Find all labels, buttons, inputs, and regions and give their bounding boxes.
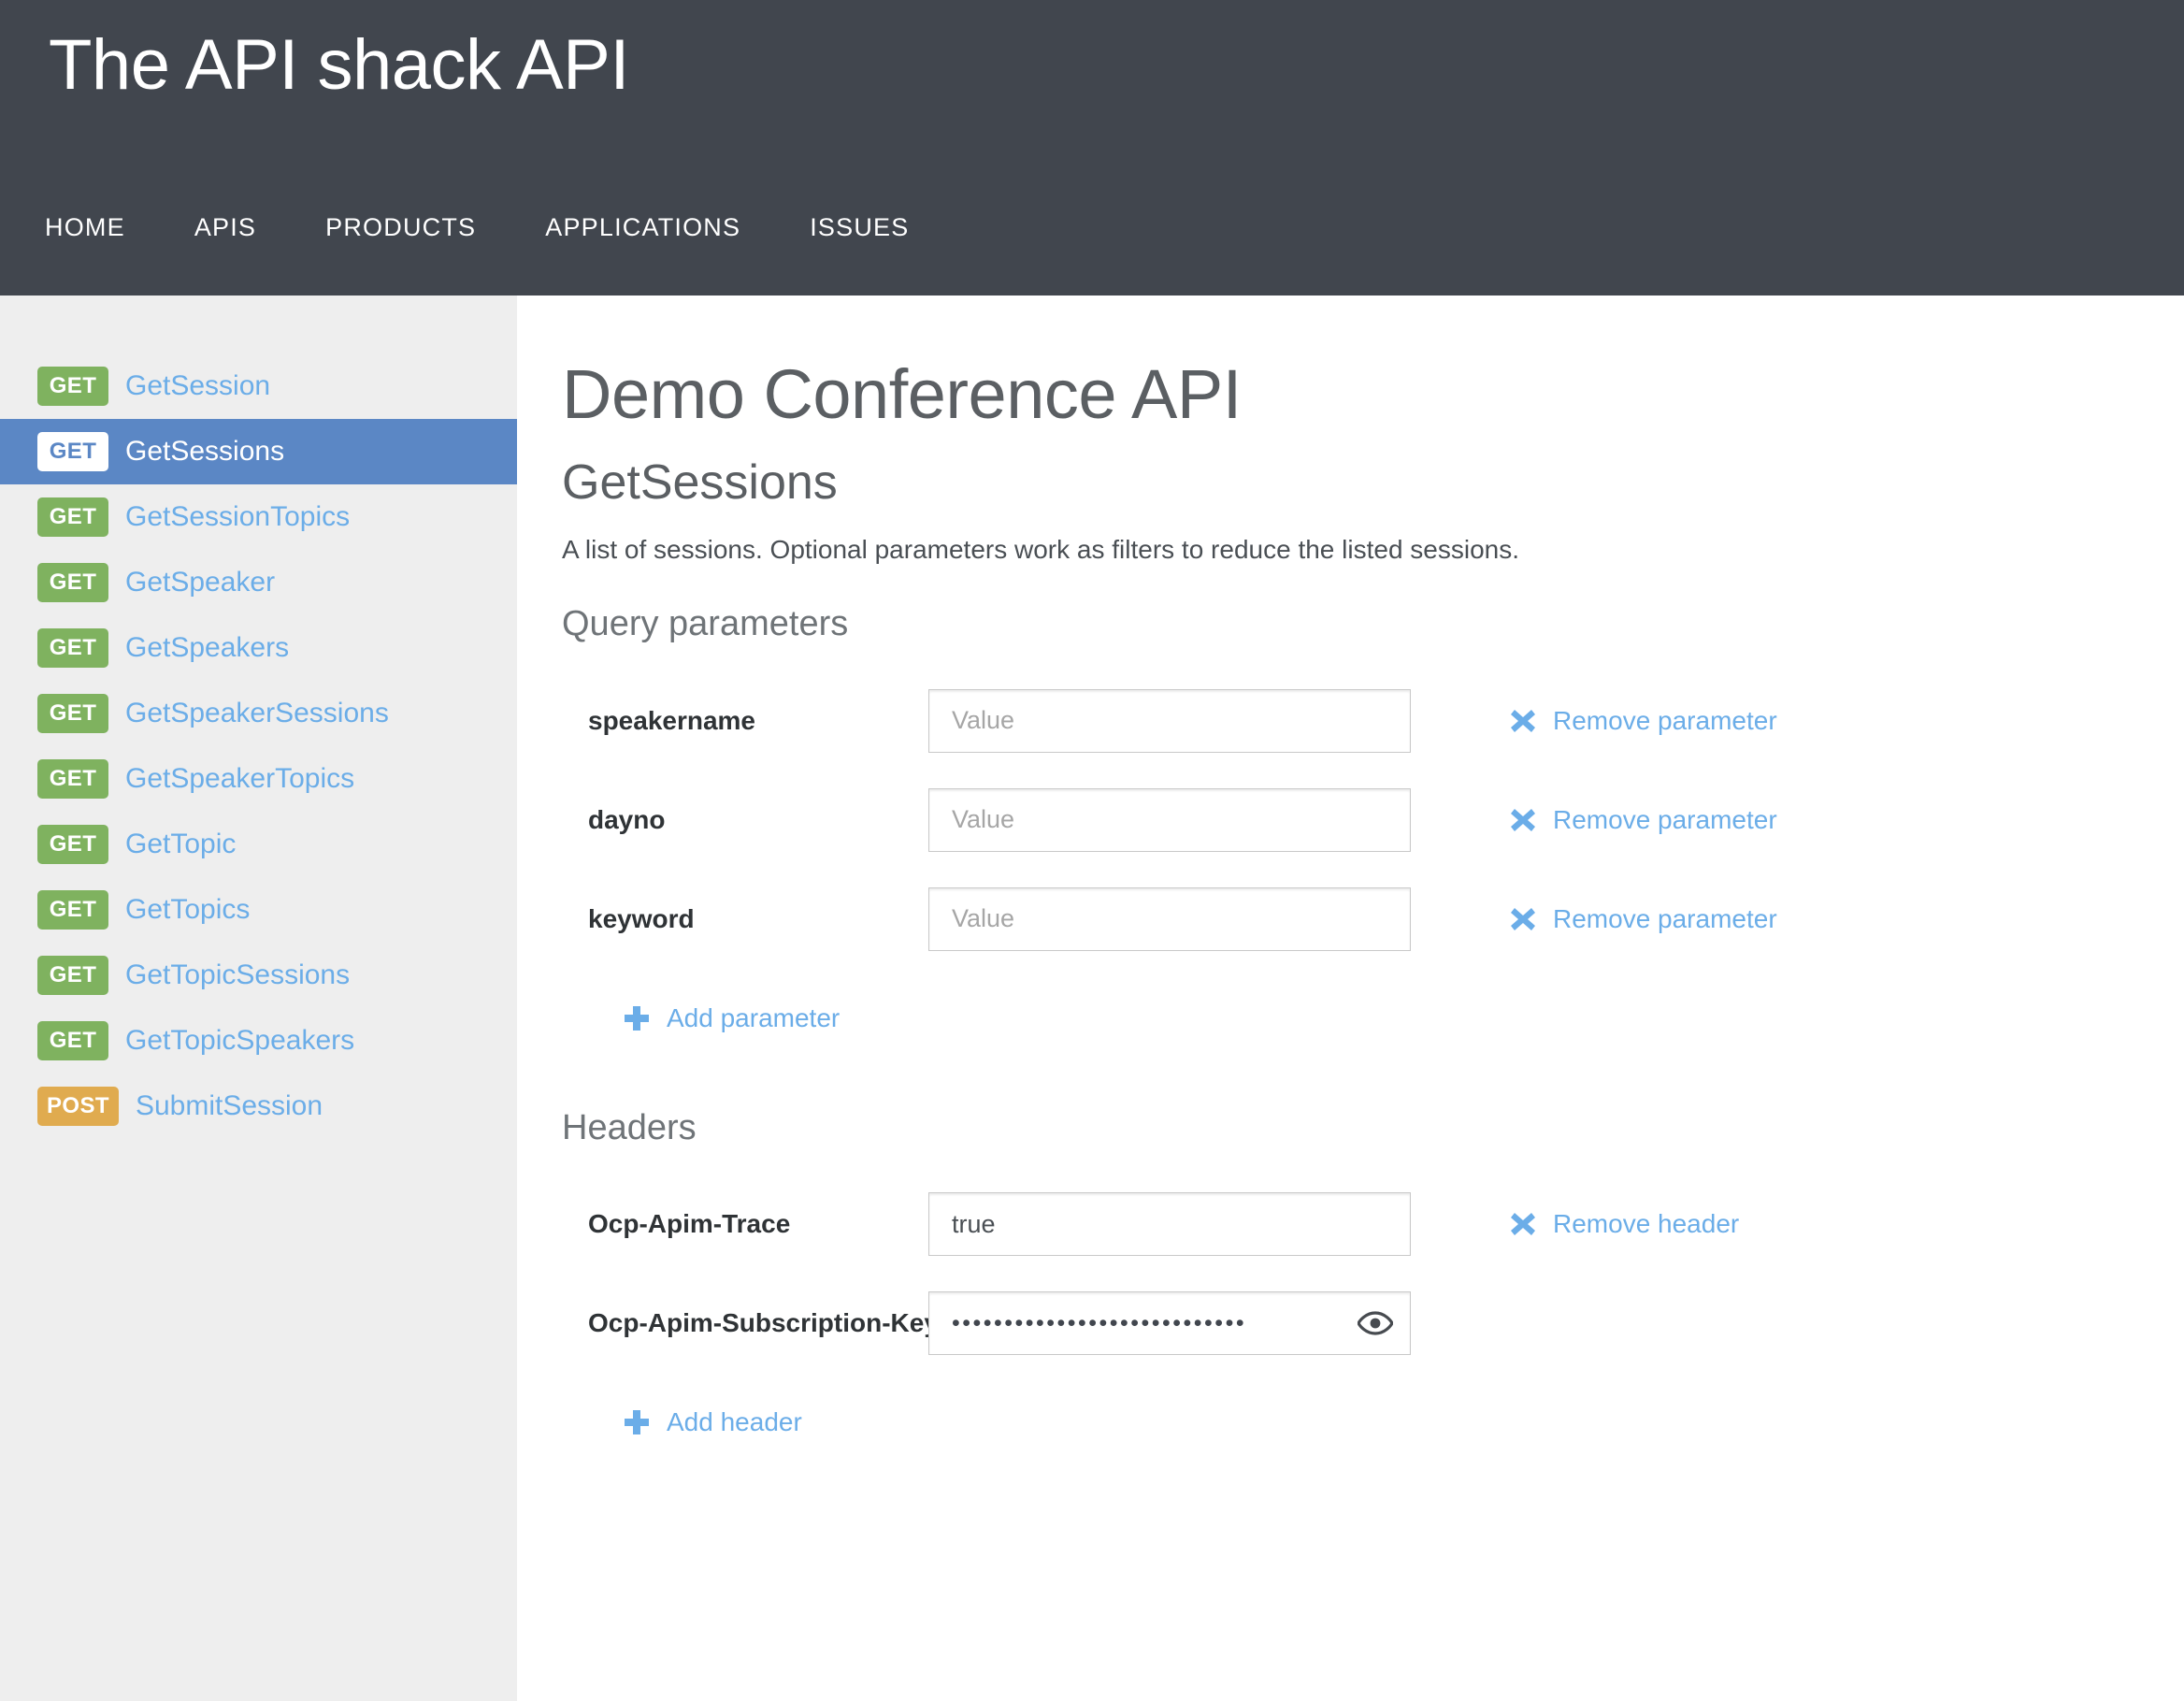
parameter-value-placeholder: Value: [952, 904, 1015, 933]
add-header-label: Add header: [667, 1407, 802, 1437]
site-title: The API shack API: [49, 25, 629, 105]
method-badge-get: GET: [37, 956, 108, 995]
body-wrapper: GET GetSession GET GetSessions GET GetSe…: [0, 296, 2184, 1701]
headers-heading: Headers: [562, 1107, 697, 1147]
remove-header-button[interactable]: Remove header: [1508, 1209, 1739, 1239]
sidebar-item-getspeakers[interactable]: GET GetSpeakers: [0, 615, 517, 681]
site-header: The API shack API HOME APIS PRODUCTS APP…: [0, 0, 2184, 296]
remove-parameter-button[interactable]: Remove parameter: [1508, 805, 1777, 835]
query-parameters-heading: Query parameters: [562, 603, 849, 643]
header-name-label: Ocp-Apim-Trace: [588, 1209, 791, 1239]
close-icon: [1508, 805, 1538, 835]
operation-label: SubmitSession: [135, 1090, 323, 1121]
api-title: Demo Conference API: [562, 355, 1242, 433]
method-badge-get: GET: [37, 694, 108, 733]
plus-icon: [622, 1407, 652, 1437]
add-parameter-button[interactable]: Add parameter: [622, 1003, 840, 1033]
remove-parameter-label: Remove parameter: [1553, 705, 1777, 735]
method-badge-get: GET: [37, 890, 108, 930]
parameter-name-label: keyword: [588, 903, 695, 933]
operation-label: GetTopics: [125, 894, 251, 925]
operation-label: GetTopicSessions: [125, 959, 351, 990]
operation-label: GetSpeakers: [125, 632, 290, 663]
operation-label: GetSpeakerTopics: [125, 763, 355, 794]
parameter-value-input[interactable]: Value: [928, 688, 1411, 753]
method-badge-get: GET: [37, 563, 108, 602]
operation-label: GetSpeaker: [125, 567, 276, 598]
main-content: Demo Conference API GetSessions A list o…: [517, 296, 2184, 1701]
header-value-text: true: [952, 1209, 996, 1238]
parameter-name-label: speakername: [588, 705, 756, 735]
sidebar-item-submitsession[interactable]: POST SubmitSession: [0, 1074, 517, 1139]
parameter-value-input[interactable]: Value: [928, 787, 1411, 852]
sidebar-item-gettopicspeakers[interactable]: GET GetTopicSpeakers: [0, 1008, 517, 1074]
operation-label: GetSession: [125, 370, 271, 401]
sidebar-item-getsessions[interactable]: GET GetSessions: [0, 419, 517, 484]
parameter-value-placeholder: Value: [952, 805, 1015, 834]
operation-label: GetSessions: [125, 436, 285, 467]
operations-sidebar: GET GetSession GET GetSessions GET GetSe…: [0, 296, 517, 1701]
remove-parameter-label: Remove parameter: [1553, 804, 1777, 834]
operation-label: GetTopicSpeakers: [125, 1025, 355, 1056]
operation-title: GetSessions: [562, 454, 838, 510]
sidebar-item-gettopicsessions[interactable]: GET GetTopicSessions: [0, 943, 517, 1008]
query-parameter-row: keyword Value Remove parameter: [562, 887, 2128, 951]
masked-value-text: ••••••••••••••••••••••••••••: [952, 1311, 1247, 1335]
sidebar-item-gettopic[interactable]: GET GetTopic: [0, 812, 517, 877]
eye-icon[interactable]: [1358, 1310, 1393, 1336]
operation-description: A list of sessions. Optional parameters …: [562, 535, 1520, 565]
sidebar-item-getsession[interactable]: GET GetSession: [0, 353, 517, 419]
remove-parameter-label: Remove parameter: [1553, 903, 1777, 933]
operation-label: GetSessionTopics: [125, 501, 351, 532]
sidebar-item-getspeakertopics[interactable]: GET GetSpeakerTopics: [0, 746, 517, 812]
parameter-name-label: dayno: [588, 804, 666, 834]
method-badge-get: GET: [37, 759, 108, 799]
remove-header-label: Remove header: [1553, 1209, 1740, 1239]
subscription-key-input[interactable]: ••••••••••••••••••••••••••••: [928, 1291, 1411, 1356]
sidebar-item-getsessiontopics[interactable]: GET GetSessionTopics: [0, 484, 517, 550]
operation-label: GetTopic: [125, 829, 237, 859]
method-badge-get: GET: [37, 1021, 108, 1060]
nav-item-home[interactable]: HOME: [45, 213, 159, 242]
remove-parameter-button[interactable]: Remove parameter: [1508, 904, 1777, 934]
add-parameter-label: Add parameter: [667, 1002, 841, 1032]
method-badge-post: POST: [37, 1087, 119, 1126]
header-row: Ocp-Apim-Subscription-Key ••••••••••••••…: [562, 1291, 2128, 1356]
nav-item-products[interactable]: PRODUCTS: [325, 213, 510, 242]
plus-icon: [622, 1003, 652, 1033]
query-parameter-row: dayno Value Remove parameter: [562, 787, 2128, 852]
close-icon: [1508, 706, 1538, 736]
query-parameter-row: speakername Value Remove parameter: [562, 688, 2128, 753]
close-icon: [1508, 1209, 1538, 1239]
nav-item-issues[interactable]: ISSUES: [810, 213, 942, 242]
header-name-label: Ocp-Apim-Subscription-Key: [588, 1308, 939, 1338]
method-badge-get: GET: [37, 367, 108, 406]
nav-item-applications[interactable]: APPLICATIONS: [545, 213, 774, 242]
sidebar-item-getspeaker[interactable]: GET GetSpeaker: [0, 550, 517, 615]
method-badge-get: GET: [37, 825, 108, 864]
main-nav: HOME APIS PRODUCTS APPLICATIONS ISSUES: [45, 213, 942, 242]
add-header-button[interactable]: Add header: [622, 1407, 802, 1437]
close-icon: [1508, 904, 1538, 934]
sidebar-item-getspeakersessions[interactable]: GET GetSpeakerSessions: [0, 681, 517, 746]
header-row: Ocp-Apim-Trace true Remove header: [562, 1192, 2128, 1257]
remove-parameter-button[interactable]: Remove parameter: [1508, 706, 1777, 736]
parameter-value-placeholder: Value: [952, 706, 1015, 735]
header-value-input[interactable]: true: [928, 1192, 1411, 1257]
parameter-value-input[interactable]: Value: [928, 887, 1411, 951]
sidebar-item-gettopics[interactable]: GET GetTopics: [0, 877, 517, 943]
method-badge-get: GET: [37, 432, 108, 471]
method-badge-get: GET: [37, 628, 108, 668]
nav-item-apis[interactable]: APIS: [194, 213, 290, 242]
method-badge-get: GET: [37, 497, 108, 537]
operation-label: GetSpeakerSessions: [125, 698, 389, 728]
